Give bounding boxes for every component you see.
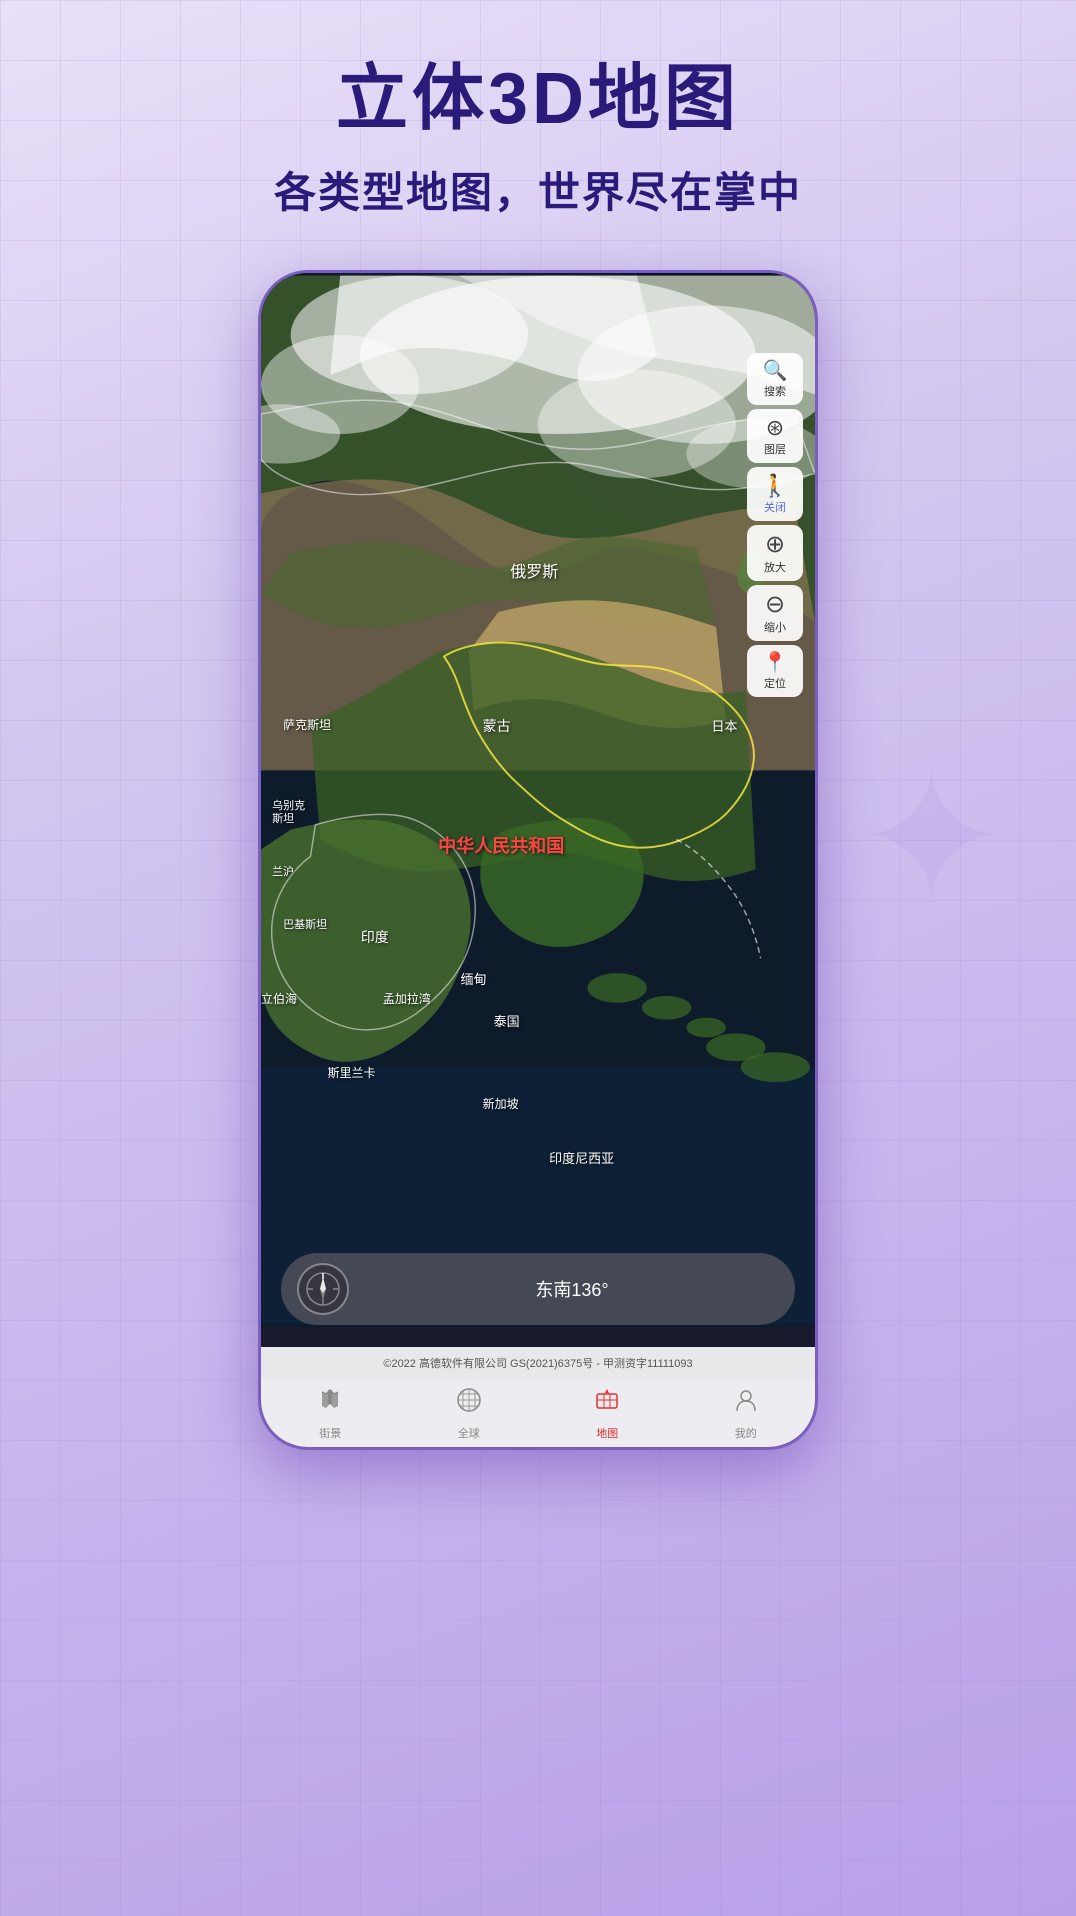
map-toolbar: 🔍 搜索 ⊛ 图层 🚶 关闭 ⊕ 放大 ⊖ 缩小	[747, 353, 803, 697]
nav-me[interactable]: 我的	[677, 1386, 816, 1441]
phone-frame: 俄罗斯 中华人民共和国 蒙古 印度 缅甸 泰国 新加坡 印度尼西亚 孟加拉湾 斯…	[258, 270, 818, 1450]
nav-globe[interactable]: 全球	[400, 1386, 539, 1441]
copyright-bar: ©2022 高德软件有限公司 GS(2021)6375号 - 甲测资字11111…	[261, 1347, 815, 1379]
nav-street-icon	[316, 1386, 344, 1421]
main-title: 立体3D地图	[0, 60, 1076, 139]
location-label: 定位	[764, 675, 786, 691]
person-label: 关闭	[764, 499, 786, 515]
nav-street-label: 街景	[319, 1425, 341, 1441]
nav-globe-label: 全球	[458, 1425, 480, 1441]
header-area: 立体3D地图 各类型地图，世界尽在掌中	[0, 0, 1076, 250]
zoom-in-label: 放大	[764, 559, 786, 575]
person-button[interactable]: 🚶 关闭	[747, 467, 803, 521]
layers-icon: ⊛	[766, 417, 784, 439]
bottom-nav: 街景 全球	[261, 1379, 815, 1447]
zoom-out-icon: ⊖	[765, 593, 785, 617]
zoom-in-icon: ⊕	[765, 533, 785, 557]
compass-bar[interactable]: 东南136°	[281, 1253, 795, 1325]
copyright-text: ©2022 高德软件有限公司 GS(2021)6375号 - 甲测资字11111…	[383, 1358, 692, 1370]
satellite-map	[261, 273, 815, 1327]
location-icon: 📍	[763, 653, 788, 673]
nav-map[interactable]: 地图	[538, 1386, 677, 1441]
zoom-in-button[interactable]: ⊕ 放大	[747, 525, 803, 581]
nav-map-label: 地图	[596, 1425, 618, 1441]
sub-title: 各类型地图，世界尽在掌中	[0, 159, 1076, 220]
zoom-out-label: 缩小	[764, 619, 786, 635]
compass-circle	[297, 1263, 349, 1315]
nav-globe-icon	[455, 1386, 483, 1421]
zoom-out-button[interactable]: ⊖ 缩小	[747, 585, 803, 641]
search-button[interactable]: 🔍 搜索	[747, 353, 803, 405]
search-label: 搜索	[764, 383, 786, 399]
compass-text: 东南136°	[365, 1276, 779, 1302]
nav-map-icon	[593, 1386, 621, 1421]
compass-icon	[305, 1271, 341, 1307]
phone-mockup: 俄罗斯 中华人民共和国 蒙古 印度 缅甸 泰国 新加坡 印度尼西亚 孟加拉湾 斯…	[0, 270, 1076, 1450]
map-view[interactable]: 俄罗斯 中华人民共和国 蒙古 印度 缅甸 泰国 新加坡 印度尼西亚 孟加拉湾 斯…	[261, 273, 815, 1327]
person-icon: 🚶	[761, 475, 788, 497]
layers-label: 图层	[764, 441, 786, 457]
nav-me-icon	[732, 1386, 760, 1421]
layers-button[interactable]: ⊛ 图层	[747, 409, 803, 463]
nav-street[interactable]: 街景	[261, 1386, 400, 1441]
nav-me-label: 我的	[735, 1425, 757, 1441]
search-icon: 🔍	[763, 361, 788, 381]
location-button[interactable]: 📍 定位	[747, 645, 803, 697]
